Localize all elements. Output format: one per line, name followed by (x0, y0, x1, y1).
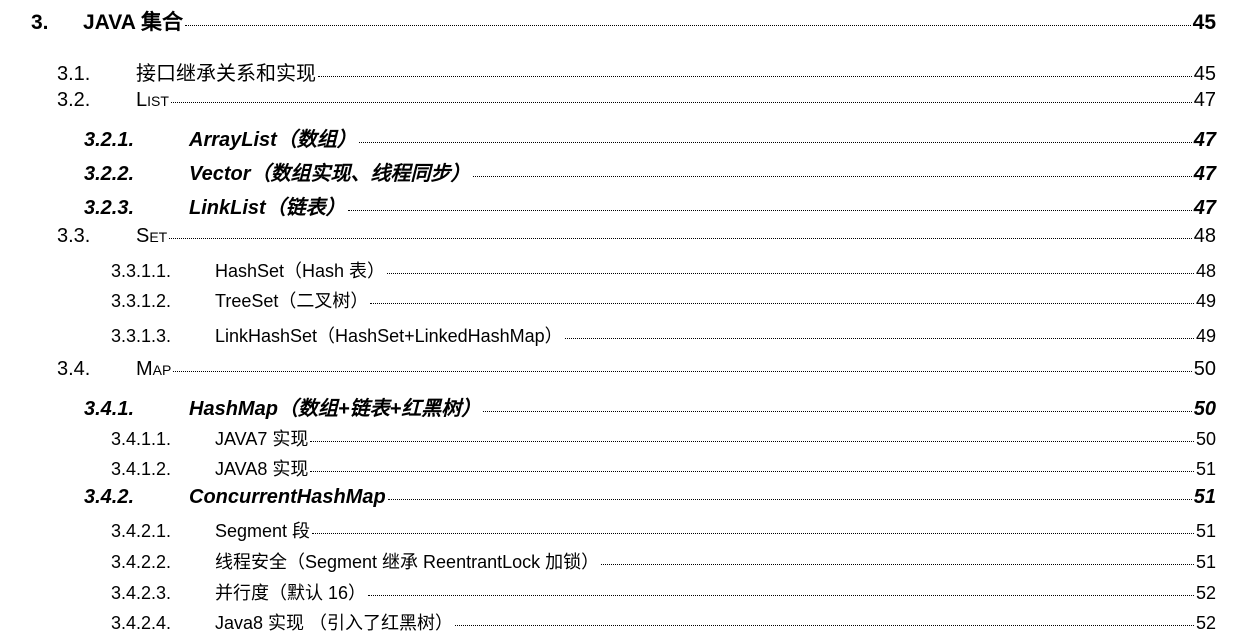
toc-entry-3-4-2[interactable]: 3.4.2. ConcurrentHashMap 51 (0, 486, 1216, 509)
toc-title: Set (136, 225, 168, 247)
toc-number: 3.4. (57, 358, 91, 380)
toc-entry-3-4-1-1[interactable]: 3.4.1.1. JAVA7 实现 50 (0, 425, 1216, 451)
toc-page-number: 51 (1195, 459, 1216, 479)
toc-title: JAVA7 实现 (215, 429, 309, 449)
dot-leader (310, 471, 1194, 472)
toc-title: TreeSet（二叉树） (215, 291, 369, 311)
toc-entry-3-4-1[interactable]: 3.4.1. HashMap（数组+链表+红黑树） 50 (0, 392, 1216, 421)
toc-page-number: 52 (1195, 583, 1216, 603)
toc-entry-3[interactable]: 3. JAVA 集合 45 (0, 6, 1216, 36)
toc-title: LinkHashSet（HashSet+LinkedHashMap） (215, 326, 563, 346)
toc-number: 3.4.2.3. (111, 583, 172, 603)
toc-title: ConcurrentHashMap (189, 486, 386, 508)
toc-number: 3.2.2. (84, 163, 135, 185)
dot-leader (564, 338, 1194, 339)
toc-title: Map (136, 358, 172, 380)
toc-page-number: 52 (1195, 613, 1216, 633)
toc-title: List (136, 89, 169, 111)
toc-number: 3.4.1.1. (111, 429, 172, 449)
toc-page-number: 51 (1193, 486, 1216, 508)
dot-leader (387, 273, 1194, 274)
toc-entry-3-4[interactable]: 3.4. Map 50 (0, 358, 1216, 381)
toc-number: 3.4.2.1. (111, 521, 172, 541)
toc-entry-3-2-3[interactable]: 3.2.3. LinkList（链表） 47 (0, 191, 1216, 220)
dot-leader (347, 210, 1192, 211)
dot-leader (318, 76, 1192, 77)
toc-page-number: 50 (1193, 358, 1216, 380)
toc-title: JAVA 集合 (83, 11, 183, 34)
toc-number: 3.2. (57, 89, 91, 111)
toc-title: 并行度（默认 16） (215, 583, 367, 603)
toc-title: JAVA8 实现 (215, 459, 309, 479)
toc-page-number: 49 (1195, 326, 1216, 346)
toc-entry-3-4-2-3[interactable]: 3.4.2.3. 并行度（默认 16） 52 (0, 579, 1216, 605)
toc-title: 线程安全（Segment 继承 ReentrantLock 加锁） (215, 552, 600, 572)
toc-number: 3. (31, 11, 49, 34)
toc-number: 3.3.1.1. (111, 261, 172, 281)
toc-entry-3-4-2-4[interactable]: 3.4.2.4. Java8 实现 （引入了红黑树） 52 (0, 609, 1216, 635)
toc-page-number: 45 (1193, 63, 1216, 85)
dot-leader (169, 238, 1192, 239)
toc-page-number: 50 (1193, 398, 1216, 420)
toc-entry-3-3[interactable]: 3.3. Set 48 (0, 225, 1216, 248)
dot-leader (368, 595, 1194, 596)
toc-number: 3.2.3. (84, 197, 135, 219)
toc-entry-3-4-2-2[interactable]: 3.4.2.2. 线程安全（Segment 继承 ReentrantLock 加… (0, 548, 1216, 574)
toc-title: LinkList（链表） (189, 197, 346, 219)
toc-number: 3.3. (57, 225, 91, 247)
toc-entry-3-3-1-3[interactable]: 3.3.1.3. LinkHashSet（HashSet+LinkedHashM… (0, 322, 1216, 348)
toc-number: 3.4.1.2. (111, 459, 172, 479)
toc-title: ArrayList（数组） (189, 129, 357, 151)
toc-page-number: 48 (1195, 261, 1216, 281)
toc-title: Java8 实现 （引入了红黑树） (215, 613, 454, 633)
toc-number: 3.3.1.3. (111, 326, 172, 346)
dot-leader (455, 625, 1194, 626)
toc-title: 接口继承关系和实现 (136, 63, 316, 85)
toc-number: 3.1. (57, 63, 91, 85)
toc-entry-3-3-1-2[interactable]: 3.3.1.2. TreeSet（二叉树） 49 (0, 287, 1216, 313)
dot-leader (170, 102, 1192, 103)
toc-title: Vector（数组实现、线程同步） (189, 163, 471, 185)
toc-page-number: 49 (1195, 291, 1216, 311)
toc-number: 3.4.2.2. (111, 552, 172, 572)
toc-entry-3-4-1-2[interactable]: 3.4.1.2. JAVA8 实现 51 (0, 455, 1216, 481)
toc-number: 3.4.2. (84, 486, 135, 508)
dot-leader (310, 441, 1194, 442)
toc-page-number: 47 (1193, 129, 1216, 151)
toc-title: HashMap（数组+链表+红黑树） (189, 398, 482, 420)
toc-page-number: 48 (1193, 225, 1216, 247)
dot-leader (472, 176, 1192, 177)
toc-number: 3.4.2.4. (111, 613, 172, 633)
dot-leader (483, 411, 1192, 412)
toc-title: Segment 段 (215, 521, 311, 541)
toc-entry-3-1[interactable]: 3.1. 接口继承关系和实现 45 (0, 57, 1216, 86)
toc-page-number: 50 (1195, 429, 1216, 449)
toc-entry-3-2-1[interactable]: 3.2.1. ArrayList（数组） 47 (0, 123, 1216, 152)
dot-leader (173, 371, 1192, 372)
toc-page-number: 47 (1193, 197, 1216, 219)
toc-page-number: 51 (1195, 552, 1216, 572)
toc-number: 3.3.1.2. (111, 291, 172, 311)
dot-leader (387, 499, 1192, 500)
dot-leader (601, 564, 1194, 565)
toc-entry-3-2-2[interactable]: 3.2.2. Vector（数组实现、线程同步） 47 (0, 157, 1216, 186)
toc-page-number: 51 (1195, 521, 1216, 541)
dot-leader (358, 142, 1192, 143)
toc-entry-3-2[interactable]: 3.2. List 47 (0, 89, 1216, 112)
toc-entry-3-3-1-1[interactable]: 3.3.1.1. HashSet（Hash 表） 48 (0, 257, 1216, 283)
toc-page-number: 47 (1193, 163, 1216, 185)
toc-page-number: 45 (1192, 11, 1216, 34)
dot-leader (312, 533, 1194, 534)
table-of-contents: 3. JAVA 集合 45 3.1. 接口继承关系和实现 45 3.2. Lis… (0, 0, 1238, 642)
toc-page-number: 47 (1193, 89, 1216, 111)
dot-leader (184, 25, 1191, 26)
dot-leader (370, 303, 1194, 304)
toc-title: HashSet（Hash 表） (215, 261, 386, 281)
toc-number: 3.2.1. (84, 129, 135, 151)
toc-number: 3.4.1. (84, 398, 135, 420)
toc-entry-3-4-2-1[interactable]: 3.4.2.1. Segment 段 51 (0, 517, 1216, 543)
